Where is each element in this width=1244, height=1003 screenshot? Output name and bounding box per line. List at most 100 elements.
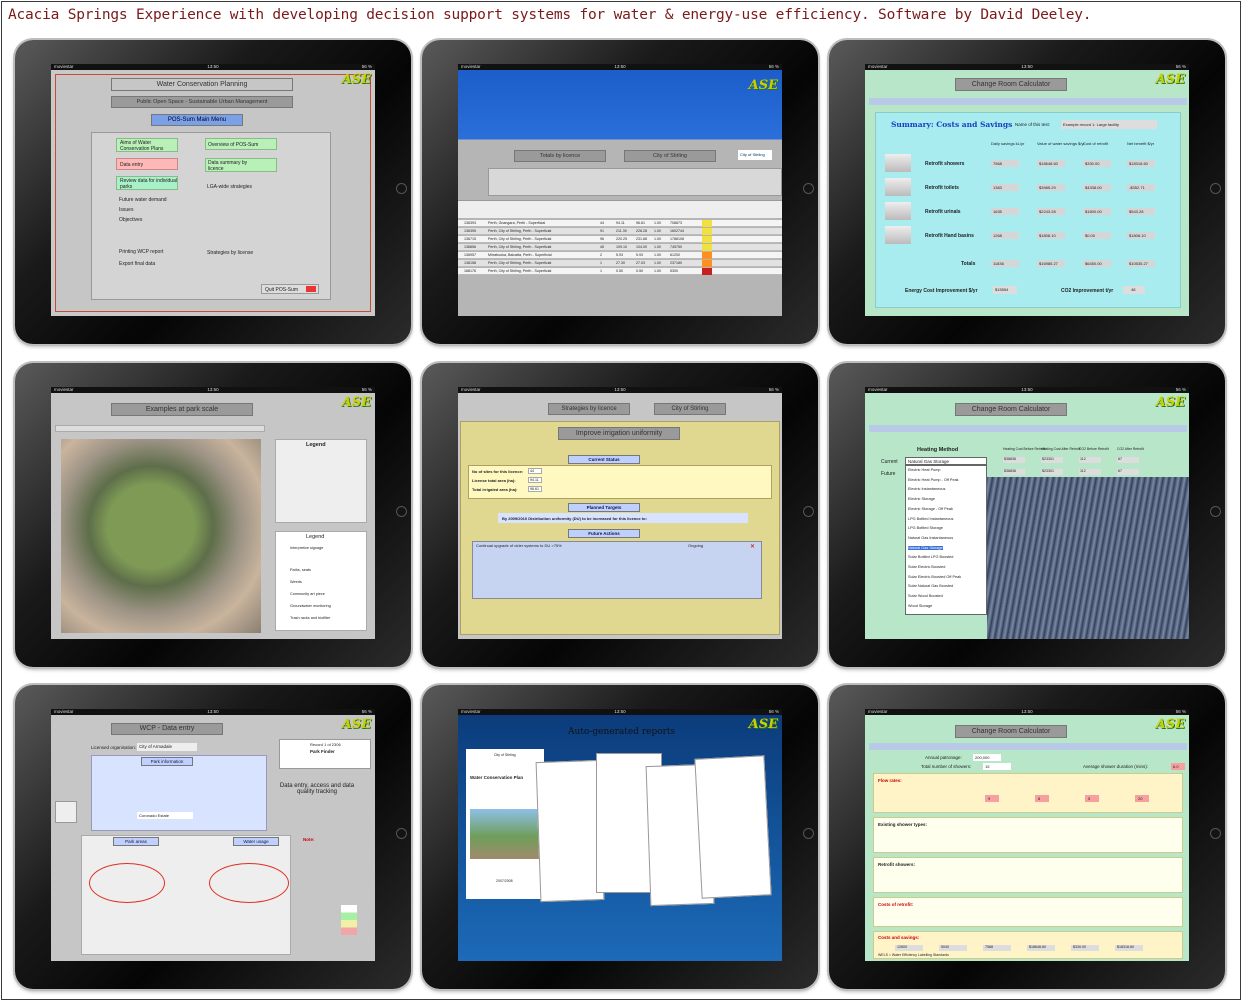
dropdown-option[interactable]: Electric Instantaneous: [908, 487, 945, 491]
dropdown-option[interactable]: Solar Electric Boosted Off Peak: [908, 575, 961, 579]
column-header: CO2 Before Retrofit: [1079, 447, 1109, 451]
value-text: $3985.29: [1039, 185, 1056, 190]
home-button[interactable]: [1210, 183, 1221, 194]
table-cell: 745750: [670, 245, 682, 249]
showers-field[interactable]: 15: [983, 763, 1011, 770]
page-title: WCP - Data entry: [111, 723, 223, 735]
camera: [18, 186, 23, 191]
park-info-panel: [91, 755, 267, 831]
note-label: Note:: [303, 837, 315, 842]
home-button[interactable]: [396, 506, 407, 517]
tablet-1: moviestar 13:50 56 % ASE Water Conservatio…: [15, 40, 411, 344]
col-net-benefit: Net benefit $/yr: [1127, 141, 1155, 146]
value-field: $1800.00: [1083, 208, 1111, 215]
menu-item-print-report[interactable]: Printing WCP report: [119, 249, 163, 255]
highlight-ellipse: [209, 863, 289, 903]
home-button[interactable]: [1210, 506, 1221, 517]
dropdown-option[interactable]: Electric Storage: [908, 497, 935, 501]
value-text: 1383: [993, 185, 1002, 190]
org-field[interactable]: City of Armadale: [137, 743, 197, 751]
dropdown-option[interactable]: LPG Bottled Storage: [908, 526, 943, 530]
dropdown-option[interactable]: Solar Wood Boosted: [908, 594, 943, 598]
heating-options-dropdown[interactable]: Electric Heat Pump Electric Heat Pump - O…: [905, 465, 987, 615]
value-field: -$352.71: [1127, 184, 1155, 191]
value-text: $18318.60: [1129, 161, 1148, 166]
report-page: [694, 755, 772, 899]
tab-bar[interactable]: [55, 425, 265, 432]
home-button[interactable]: [803, 828, 814, 839]
home-button[interactable]: [803, 183, 814, 194]
dropdown-option[interactable]: Electric Heat Pump - Off Peak: [908, 478, 959, 482]
flow-rate-field[interactable]: 8: [1035, 795, 1049, 802]
ase-logo: ASE: [1155, 72, 1185, 87]
data-summary-button[interactable]: Data summary by licence: [205, 158, 277, 172]
usage-colour-key: [341, 905, 357, 935]
page-title: Strategies by licence: [548, 403, 630, 415]
table-cell: Perth, City of Stirling, Perth - Superfi…: [488, 229, 552, 233]
dropdown-option[interactable]: Natural Gas Storage: [908, 545, 943, 550]
savings-value: $330.00: [1073, 945, 1086, 949]
tablet-9: moviestar 13:50 56 % ASE Change Room Calcu…: [829, 685, 1225, 989]
flow-rate-field[interactable]: 9: [985, 795, 999, 802]
menu-item-future-demand[interactable]: Future water demand: [119, 197, 167, 203]
dropdown-option[interactable]: Electric Storage - Off Peak: [908, 507, 953, 511]
hydrozone-calculator-button[interactable]: [55, 801, 77, 823]
overview-button[interactable]: Overview of POS-Sum: [205, 138, 277, 150]
flow-rate-field[interactable]: 20: [1135, 795, 1149, 802]
status-bar: moviestar 13:50 56 %: [865, 387, 1189, 393]
savings-field: $330.00: [1071, 945, 1099, 951]
home-button[interactable]: [396, 828, 407, 839]
savings-field: 7568: [983, 945, 1011, 951]
park-finder[interactable]: Record 1 of 2306 Park Finder: [279, 739, 371, 769]
filter-buttons[interactable]: [488, 168, 782, 196]
time-text[interactable]: Ongoing: [688, 543, 703, 548]
value-text: $330.00: [1085, 161, 1100, 166]
menu-item-review[interactable]: Review data for individual parks: [116, 176, 178, 190]
tab-bar[interactable]: [869, 98, 1187, 105]
park-aerial-photo: [61, 439, 261, 633]
menu-item-data-entry[interactable]: Data entry: [116, 158, 178, 170]
dropdown-option[interactable]: LPG Bottled Instantaneous: [908, 517, 953, 521]
tab-bar[interactable]: [869, 425, 1187, 432]
value-field: $6450.00: [1083, 260, 1111, 267]
flow-rate-field[interactable]: 5: [1085, 795, 1099, 802]
city-of-stirling-logo: City of Stirling: [738, 150, 772, 160]
heating-method-select[interactable]: Natural Gas Storage: [905, 457, 987, 465]
screen-water-conservation-planning: moviestar 13:50 56 % ASE Water Conservatio…: [51, 64, 375, 316]
status-bar: moviestar 13:50 56 %: [458, 64, 782, 70]
ase-logo: ASE: [1155, 717, 1185, 732]
menu-item-export[interactable]: Export final data: [119, 261, 155, 267]
row-label: Retrofit showers: [925, 161, 965, 167]
dropdown-option[interactable]: Solar Electric Boosted: [908, 565, 945, 569]
home-button[interactable]: [803, 506, 814, 517]
dropdown-option[interactable]: Electric Heat Pump: [908, 468, 941, 472]
tab-totals[interactable]: Totals by licence: [514, 150, 606, 162]
patronage-field[interactable]: 200,000: [973, 754, 1001, 761]
camera: [18, 509, 23, 514]
table-cell: 27.30: [616, 261, 625, 265]
future-value: $23301: [1041, 469, 1063, 475]
actions-table[interactable]: [472, 541, 762, 599]
quit-button[interactable]: Quit POS-Sum: [261, 284, 319, 294]
menu-item-objectives[interactable]: Objectives: [119, 217, 142, 223]
action-text[interactable]: Continual upgrade of older systems to DU…: [476, 543, 562, 548]
menu-item-issues[interactable]: Issues: [119, 207, 133, 213]
delete-icon[interactable]: ✕: [750, 543, 755, 550]
page-title: Auto-generated reports: [568, 727, 676, 737]
dropdown-option[interactable]: Wood Storage: [908, 604, 932, 608]
tab-bar[interactable]: [869, 743, 1187, 750]
lga-strategies-label[interactable]: LGA-wide strategies: [207, 184, 252, 190]
home-button[interactable]: [1210, 828, 1221, 839]
strategies-by-license-label[interactable]: Strategies by license: [207, 250, 253, 256]
avg-duration-field[interactable]: 6.0: [1171, 763, 1185, 770]
dropdown-option[interactable]: Solar Bottled LPG Boosted: [908, 555, 953, 559]
current-status-heading: Current Status: [568, 455, 640, 464]
menu-item-aims[interactable]: Aims of Water Conservation Plans: [116, 138, 178, 152]
test-name-field[interactable]: Example record 1: Large facility: [1061, 120, 1157, 129]
home-button[interactable]: [396, 183, 407, 194]
dropdown-option[interactable]: Solar Natural Gas Boosted: [908, 584, 953, 588]
dropdown-option[interactable]: Natural Gas Instantaneous: [908, 536, 953, 540]
value-text: $18648.60: [1039, 161, 1058, 166]
tab-city[interactable]: City of Stirling: [624, 150, 716, 162]
park-name-field[interactable]: Coronado Estate: [137, 812, 193, 819]
